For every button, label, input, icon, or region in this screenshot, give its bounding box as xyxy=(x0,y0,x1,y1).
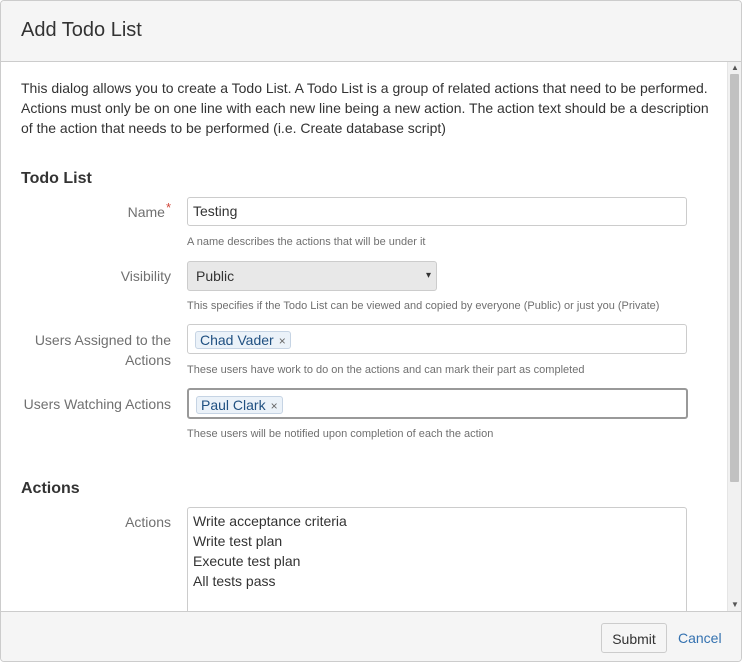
users-assigned-label-line2: Actions xyxy=(125,352,171,368)
users-assigned-label-line1: Users Assigned to the xyxy=(34,332,171,348)
scroll-down-icon[interactable]: ▼ xyxy=(728,599,741,611)
dialog-intro-text: This dialog allows you to create a Todo … xyxy=(21,80,709,136)
scroll-up-icon[interactable]: ▲ xyxy=(728,62,741,74)
users-watching-label: Users Watching Actions xyxy=(23,396,171,412)
add-todo-list-dialog: Add Todo List This dialog allows you to … xyxy=(0,0,742,662)
visibility-selected-value: Public xyxy=(196,268,235,284)
users-assigned-input[interactable]: Chad Vader × xyxy=(187,324,687,354)
scrollbar-thumb[interactable] xyxy=(730,74,739,482)
submit-button[interactable]: Submit xyxy=(601,623,667,653)
action-line: Write acceptance criteria xyxy=(193,513,347,529)
action-line: All tests pass xyxy=(193,573,276,589)
users-assigned-label: Users Assigned to the Actions xyxy=(1,330,171,370)
user-tag-label: Chad Vader xyxy=(200,332,274,348)
actions-section-heading: Actions xyxy=(21,480,80,497)
name-input[interactable]: Testing xyxy=(187,197,687,226)
dialog-header: Add Todo List xyxy=(1,1,741,62)
todo-list-section-heading: Todo List xyxy=(21,170,92,187)
dialog-footer: Submit Cancel xyxy=(1,611,741,661)
visibility-label: Visibility xyxy=(120,268,171,284)
name-label: Name* xyxy=(1,200,171,223)
actions-textarea[interactable]: Write acceptance criteria Write test pla… xyxy=(187,507,687,611)
user-tag: Paul Clark × xyxy=(196,396,283,414)
vertical-scrollbar[interactable]: ▲ ▼ xyxy=(727,62,741,611)
remove-tag-icon[interactable]: × xyxy=(279,334,286,348)
dialog-scroll-area: This dialog allows you to create a Todo … xyxy=(1,62,727,611)
cancel-link[interactable]: Cancel xyxy=(678,630,722,646)
action-line: Write test plan xyxy=(193,533,283,549)
users-assigned-help-text: These users have work to do on the actio… xyxy=(187,364,585,376)
user-tag: Chad Vader × xyxy=(195,331,291,349)
dialog-title: Add Todo List xyxy=(21,19,142,41)
action-line: Execute test plan xyxy=(193,553,301,569)
remove-tag-icon[interactable]: × xyxy=(271,399,278,413)
required-marker: * xyxy=(165,200,171,215)
users-watching-help-text: These users will be notified upon comple… xyxy=(187,428,494,440)
user-tag-label: Paul Clark xyxy=(201,397,266,413)
name-help-text: A name describes the actions that will b… xyxy=(187,236,426,248)
users-watching-input[interactable]: Paul Clark × xyxy=(187,388,688,419)
dialog-body: This dialog allows you to create a Todo … xyxy=(1,62,741,611)
actions-label: Actions xyxy=(125,514,171,530)
chevron-down-icon: ▾ xyxy=(425,270,431,281)
visibility-select[interactable]: Public ▾ xyxy=(187,261,437,291)
name-label-text: Name xyxy=(127,204,165,220)
visibility-help-text: This specifies if the Todo List can be v… xyxy=(187,300,660,312)
